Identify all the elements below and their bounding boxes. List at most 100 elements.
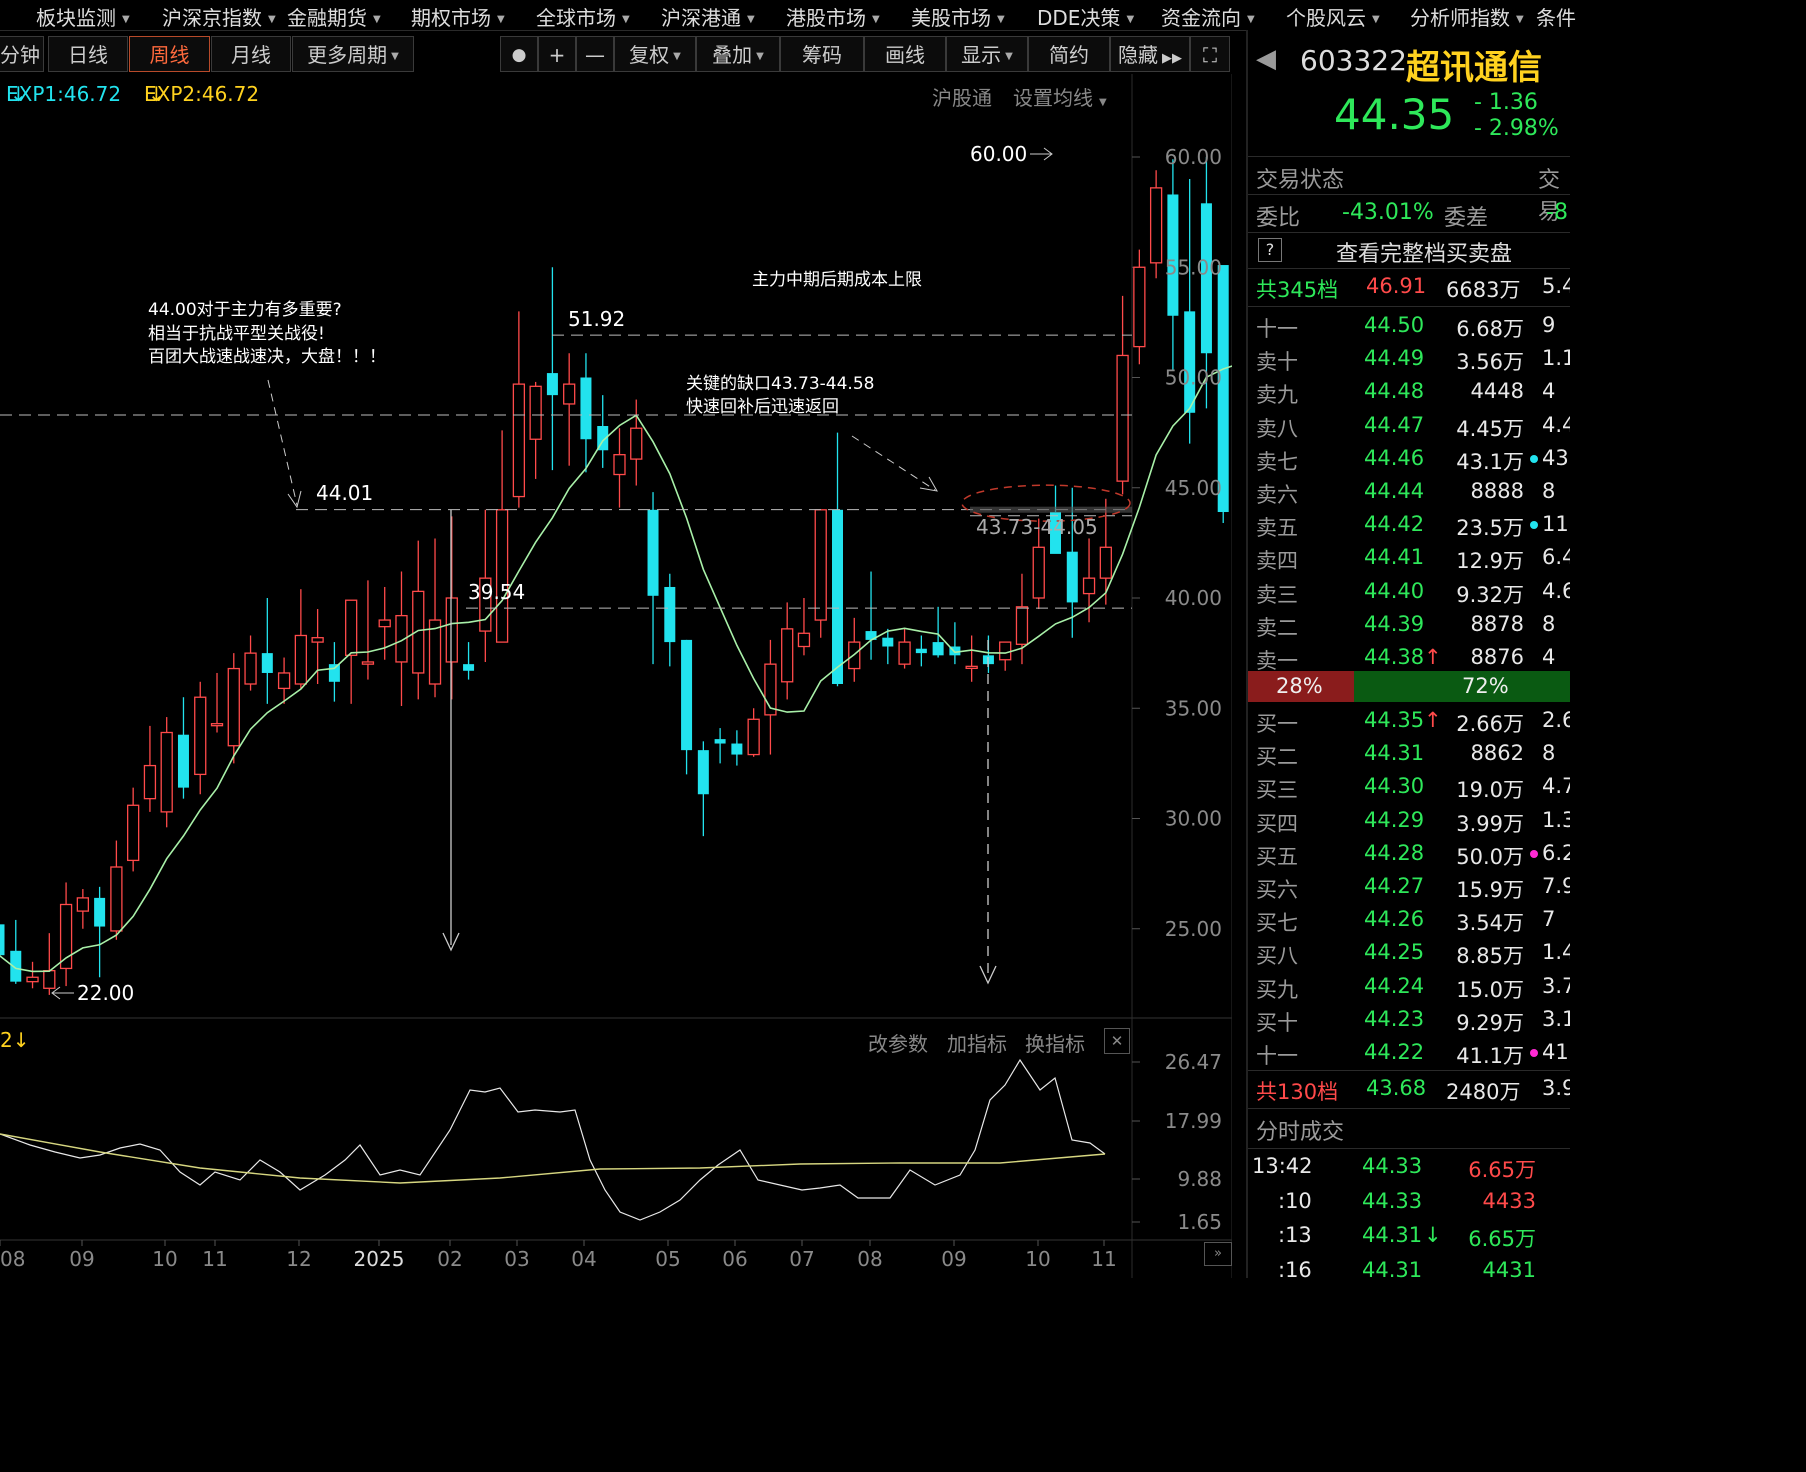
candle-body — [1149, 187, 1163, 264]
book-volume: 19.0万 — [1456, 778, 1524, 803]
candle-body — [277, 672, 291, 690]
asks-row[interactable]: 卖十 44.49 3.56万 1.1 — [1248, 342, 1570, 375]
tick-row: :13 44.31 ↓ 6.65万 — [1248, 1219, 1570, 1252]
candle-body — [94, 897, 106, 927]
x-tick-label: 10 — [1025, 1247, 1050, 1271]
bids-row[interactable]: 买九 44.24 15.0万 3.7 — [1248, 970, 1570, 1003]
candle-body — [177, 734, 189, 788]
indicator-y-label: 1.65 — [1177, 1210, 1222, 1234]
close-indicator-button[interactable]: ✕ — [1104, 1028, 1130, 1054]
menu-item-11[interactable]: 分析师指数 ▼ — [1410, 2, 1524, 31]
asks-row[interactable]: 卖四 44.41 12.9万 6.4 — [1248, 541, 1570, 574]
book-price: 44.24 — [1364, 973, 1425, 998]
book-level-label: 卖九 — [1256, 383, 1298, 408]
gap-label: 43.73-44.05 — [976, 515, 1098, 539]
book-price: 44.40 — [1364, 578, 1425, 603]
note-text: 44.00对于主力有多重要? — [148, 300, 342, 320]
book-level-label: 买三 — [1256, 778, 1298, 803]
book-extra: 9 — [1542, 313, 1556, 337]
candle-body — [714, 739, 726, 744]
candle-body — [814, 509, 827, 621]
arrow-head-icon — [919, 476, 938, 492]
bids-row[interactable]: 买十 44.23 9.29万 3.1 — [1248, 1003, 1570, 1036]
bids-row[interactable]: 买五 44.28 50.0万 6.2 — [1248, 837, 1570, 870]
book-bottom-label: 共130档 — [1256, 1080, 1339, 1104]
x-tick-label: 09 — [69, 1247, 94, 1271]
candle-body — [0, 924, 5, 956]
tick-time: :10 — [1278, 1188, 1312, 1213]
candle-body — [445, 597, 458, 663]
bids-row[interactable]: 买三 44.30 19.0万 4.7 — [1248, 770, 1570, 803]
asks-row[interactable]: 卖八 44.47 4.45万 4.4 — [1248, 409, 1570, 442]
book-top-summary: 共345档 46.91 6683万 5.4 — [1248, 270, 1570, 303]
tick-row: :16 44.31 4431 — [1248, 1254, 1570, 1279]
bids-row[interactable]: 买八 44.25 8.85万 1.4 — [1248, 936, 1570, 969]
sell-ratio-label: 72% — [1462, 674, 1509, 698]
candle-body — [630, 427, 643, 460]
asks-row[interactable]: 卖九 44.48 4448 4 — [1248, 375, 1570, 408]
book-volume: 23.5万 — [1456, 516, 1524, 541]
asks-row[interactable]: 卖二 44.39 8878 8 — [1248, 608, 1570, 641]
back-arrow-icon[interactable]: ◀ — [1256, 44, 1276, 74]
y-tick-label: 45.00 — [1165, 476, 1222, 500]
candle-body — [1015, 606, 1029, 645]
kline-chart[interactable]: 60.00 55.00 50.00 45.00 40.00 35.00 30.00 25.00… — [0, 0, 1232, 1278]
book-volume: 50.0万 — [1456, 844, 1524, 869]
tick-price: 44.33 — [1362, 1188, 1423, 1213]
candle-body — [697, 750, 709, 795]
scroll-right-button[interactable]: » — [1204, 1242, 1232, 1266]
menu-item-12[interactable]: 条件 — [1536, 2, 1576, 31]
candle-body — [681, 639, 693, 751]
buy-sell-ratio-bar: 28% 72% — [1248, 671, 1570, 702]
asks-row[interactable]: 卖六 44.44 8888 8 — [1248, 475, 1570, 508]
switch-indicator-button[interactable]: 换指标 — [1025, 1028, 1085, 1057]
candle-body — [898, 641, 911, 665]
bids-row[interactable]: 十一 44.22 41.1万 41 — [1248, 1036, 1570, 1069]
help-icon[interactable]: ? — [1258, 238, 1282, 262]
change-params-button[interactable]: 改参数 — [868, 1028, 928, 1057]
book-level-label: 十一 — [1256, 317, 1298, 341]
book-price: 44.28 — [1364, 840, 1425, 865]
indicator-line-fast — [0, 1058, 1106, 1221]
book-price: 44.25 — [1364, 940, 1425, 965]
bids-row[interactable]: 买七 44.26 3.54万 7 — [1248, 903, 1570, 936]
candle-body — [1099, 546, 1112, 579]
marker-dot-icon — [1530, 521, 1538, 530]
stock-code: 603322 — [1300, 44, 1407, 77]
candle-body — [463, 664, 475, 671]
asks-row[interactable]: 卖三 44.40 9.32万 4.6 — [1248, 575, 1570, 608]
bids-row[interactable]: 买四 44.29 3.99万 1.3 — [1248, 804, 1570, 837]
asks-row[interactable]: 卖一 44.38 ↑ 8876 4 — [1248, 641, 1570, 674]
y-tick-label: 35.00 — [1165, 696, 1222, 720]
book-level-label: 买七 — [1256, 911, 1298, 936]
book-level-label: 买六 — [1256, 878, 1298, 902]
asks-row[interactable]: 卖五 44.42 23.5万 11 — [1248, 508, 1570, 541]
x-tick-label: 12 — [286, 1247, 311, 1271]
book-volume: 15.0万 — [1456, 977, 1524, 1002]
x-tick-label: 02 — [437, 1247, 462, 1271]
book-extra: 43 — [1542, 445, 1569, 470]
bids-row[interactable]: 买一 44.35↑ 2.66万 2.6 — [1248, 704, 1570, 737]
candle-body — [110, 866, 123, 932]
asks-row[interactable]: 卖七 44.46 43.1万 43 — [1248, 442, 1570, 475]
bids-row[interactable]: 买二 44.31 8862 8 — [1248, 737, 1570, 770]
weicha-value: -8 — [1546, 200, 1568, 225]
bids-row[interactable]: 买六 44.27 15.9万 7.9 — [1248, 870, 1570, 903]
book-level-label: 卖八 — [1256, 416, 1298, 441]
asks-row[interactable]: 十一 44.50 6.68万 9 — [1248, 309, 1570, 342]
add-indicator-button[interactable]: 加指标 — [947, 1028, 1007, 1057]
candle-body — [664, 586, 676, 643]
book-volume: 2.66万 — [1456, 712, 1524, 736]
x-tick-label: 09 — [941, 1247, 966, 1271]
book-bottom-price: 43.68 — [1366, 1076, 1427, 1100]
candle-body — [1066, 551, 1078, 603]
full-order-book-link[interactable]: 查看完整档买卖盘 — [1336, 236, 1512, 268]
x-tick-label: 11 — [202, 1247, 227, 1271]
candle-body — [294, 634, 308, 685]
menu-item-10[interactable]: 个股风云 ▼ — [1286, 2, 1380, 31]
book-extra: 1.3 — [1542, 807, 1570, 832]
tick-price: 44.31 — [1362, 1223, 1423, 1247]
book-price: 44.46 — [1364, 445, 1425, 470]
book-price: 44.29 — [1364, 807, 1425, 832]
book-extra: 3.1 — [1542, 1006, 1570, 1031]
